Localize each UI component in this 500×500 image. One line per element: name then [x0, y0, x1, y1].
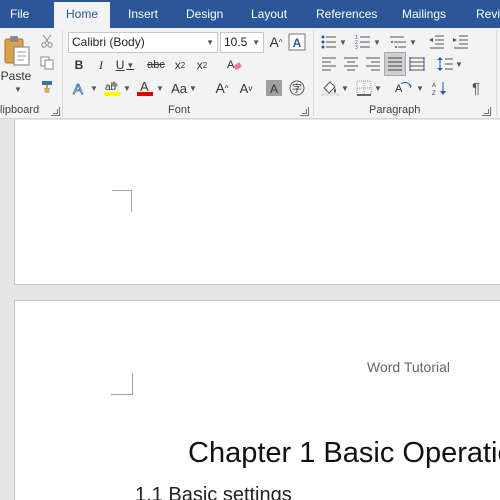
paragraph-launcher-icon[interactable] [482, 107, 491, 116]
shading-icon[interactable]: ▼ [318, 78, 352, 98]
tab-file[interactable]: File [10, 0, 29, 28]
clipboard-launcher-icon[interactable] [51, 107, 60, 116]
chapter-heading[interactable]: Chapter 1 Basic Operatio [188, 437, 500, 470]
ribbon: Paste ▼ lipboard Calibri (Body) ▼ 10.5 ▼… [0, 28, 500, 119]
tab-home[interactable]: Home [54, 2, 111, 28]
justify-icon[interactable] [384, 52, 406, 76]
enclose-characters-icon[interactable]: 字 [287, 78, 307, 98]
multilevel-list-icon[interactable]: ▼ [386, 32, 420, 52]
underline-button[interactable]: U ▼ [112, 56, 138, 74]
clear-formatting-icon[interactable]: A [224, 56, 244, 74]
font-group-label: Font [168, 104, 191, 116]
group-separator [62, 30, 63, 116]
align-center-icon[interactable] [340, 54, 362, 74]
decrease-indent-icon[interactable] [426, 32, 448, 52]
character-shading-icon[interactable]: A [264, 78, 284, 98]
line-spacing-icon[interactable]: ▼ [434, 54, 466, 74]
font-color-icon[interactable]: A ▼ [136, 78, 164, 98]
change-case-icon[interactable]: Aa ▼ [168, 78, 200, 98]
borders-icon[interactable]: ▼ [354, 78, 384, 98]
font-size-value: 10.5 [224, 35, 248, 49]
grow-font-small-icon[interactable]: A ^ [212, 78, 232, 98]
font-name-value: Calibri (Body) [72, 35, 145, 49]
page-current[interactable]: Word Tutorial Chapter 1 Basic Operatio 1… [14, 300, 500, 500]
clipboard-group-label: lipboard [0, 104, 40, 116]
show-marks-icon[interactable]: ¶ [466, 78, 486, 98]
tab-references[interactable]: References [316, 0, 377, 28]
format-painter-icon[interactable] [38, 78, 56, 96]
paste-button[interactable]: Paste [0, 68, 32, 84]
numbering-icon[interactable]: 1 2 3 ▼ [352, 32, 384, 52]
strikethrough-button[interactable]: abc [145, 56, 167, 74]
group-separator [496, 30, 497, 116]
bullets-icon[interactable]: ▼ [318, 32, 350, 52]
svg-text:3: 3 [355, 45, 358, 49]
tab-insert[interactable]: Insert [128, 0, 158, 28]
svg-text:A: A [140, 79, 149, 94]
svg-text:A: A [270, 82, 278, 96]
align-left-icon[interactable] [318, 54, 340, 74]
page-header-text[interactable]: Word Tutorial [367, 359, 450, 375]
section-heading[interactable]: 1.1 Basic settings [135, 484, 292, 500]
chevron-down-icon[interactable]: ▼ [252, 33, 260, 52]
sort-icon[interactable]: AZ [430, 78, 450, 98]
grow-font-icon[interactable]: A ^ [266, 32, 286, 52]
increase-indent-icon[interactable] [450, 32, 472, 52]
font-name-combo[interactable]: Calibri (Body) ▼ [68, 32, 218, 53]
svg-text:A: A [293, 36, 302, 50]
ribbon-tab-bar: File Home Insert Design Layout Reference… [0, 0, 500, 28]
margin-corner-mark [111, 190, 133, 212]
svg-text:A: A [395, 83, 403, 95]
shrink-font-icon[interactable]: Av [236, 78, 256, 98]
change-case-box-icon[interactable]: A [287, 32, 307, 52]
font-launcher-icon[interactable] [300, 107, 309, 116]
chinese-layout-icon[interactable]: A ▼ [392, 78, 426, 98]
svg-text:Z: Z [432, 91, 436, 96]
svg-text:字: 字 [292, 82, 302, 95]
text-effects-icon[interactable]: A ▼ [70, 78, 100, 98]
tab-design[interactable]: Design [186, 0, 223, 28]
superscript-button[interactable]: x2 [192, 56, 212, 74]
svg-text:A: A [227, 59, 235, 71]
tab-layout[interactable]: Layout [251, 0, 287, 28]
paste-icon[interactable] [0, 32, 34, 68]
font-size-combo[interactable]: 10.5 ▼ [220, 32, 264, 53]
bold-button[interactable]: B [70, 56, 88, 74]
highlight-color-icon[interactable]: ab ▼ [102, 78, 132, 98]
distributed-icon[interactable] [406, 54, 428, 74]
margin-corner-mark [111, 373, 133, 395]
copy-icon[interactable] [38, 54, 56, 72]
tab-mailings[interactable]: Mailings [402, 0, 446, 28]
chevron-down-icon[interactable]: ▼ [206, 33, 214, 52]
paste-dropdown-icon[interactable]: ▼ [12, 84, 24, 94]
highlight-swatch [104, 92, 121, 96]
italic-button[interactable]: I [92, 56, 110, 74]
svg-text:A: A [73, 81, 83, 96]
group-separator [313, 30, 314, 116]
cut-icon[interactable] [38, 32, 56, 50]
paragraph-group-label: Paragraph [369, 104, 421, 116]
tab-review[interactable]: Revi [476, 0, 500, 28]
svg-text:A: A [432, 83, 436, 89]
align-right-icon[interactable] [362, 54, 384, 74]
subscript-button[interactable]: x2 [170, 56, 190, 74]
page-previous[interactable] [14, 120, 500, 285]
